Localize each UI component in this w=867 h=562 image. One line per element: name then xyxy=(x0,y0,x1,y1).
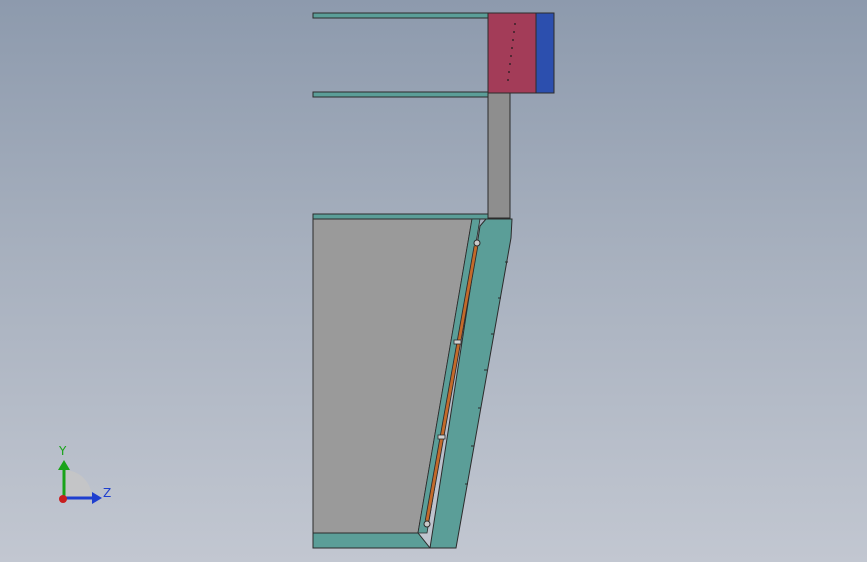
coordinate-triad[interactable]: Y Z xyxy=(58,444,111,504)
z-axis-arrowhead xyxy=(92,492,102,504)
blue-block[interactable] xyxy=(535,12,555,94)
rod-bolt-top[interactable] xyxy=(473,239,481,247)
bottom-base[interactable] xyxy=(312,532,432,549)
triad-plane-quadrant xyxy=(64,470,92,498)
y-axis-arrowhead xyxy=(58,460,70,470)
top-rail-lower[interactable] xyxy=(312,91,489,98)
y-axis-label: Y xyxy=(58,444,67,458)
rod-clip-2[interactable] xyxy=(437,434,446,440)
graphics-viewport[interactable]: Y Z xyxy=(0,0,867,562)
red-block[interactable] xyxy=(487,12,537,94)
rod-clip-1[interactable] xyxy=(453,339,462,345)
z-axis-label: Z xyxy=(103,486,111,500)
body-top-lip[interactable] xyxy=(312,213,489,220)
grey-post[interactable] xyxy=(487,92,511,219)
x-axis-dot xyxy=(59,495,67,503)
top-rail-upper[interactable] xyxy=(312,12,489,19)
rod-bolt-bottom[interactable] xyxy=(423,520,431,528)
model-view[interactable]: Y Z xyxy=(0,0,867,562)
